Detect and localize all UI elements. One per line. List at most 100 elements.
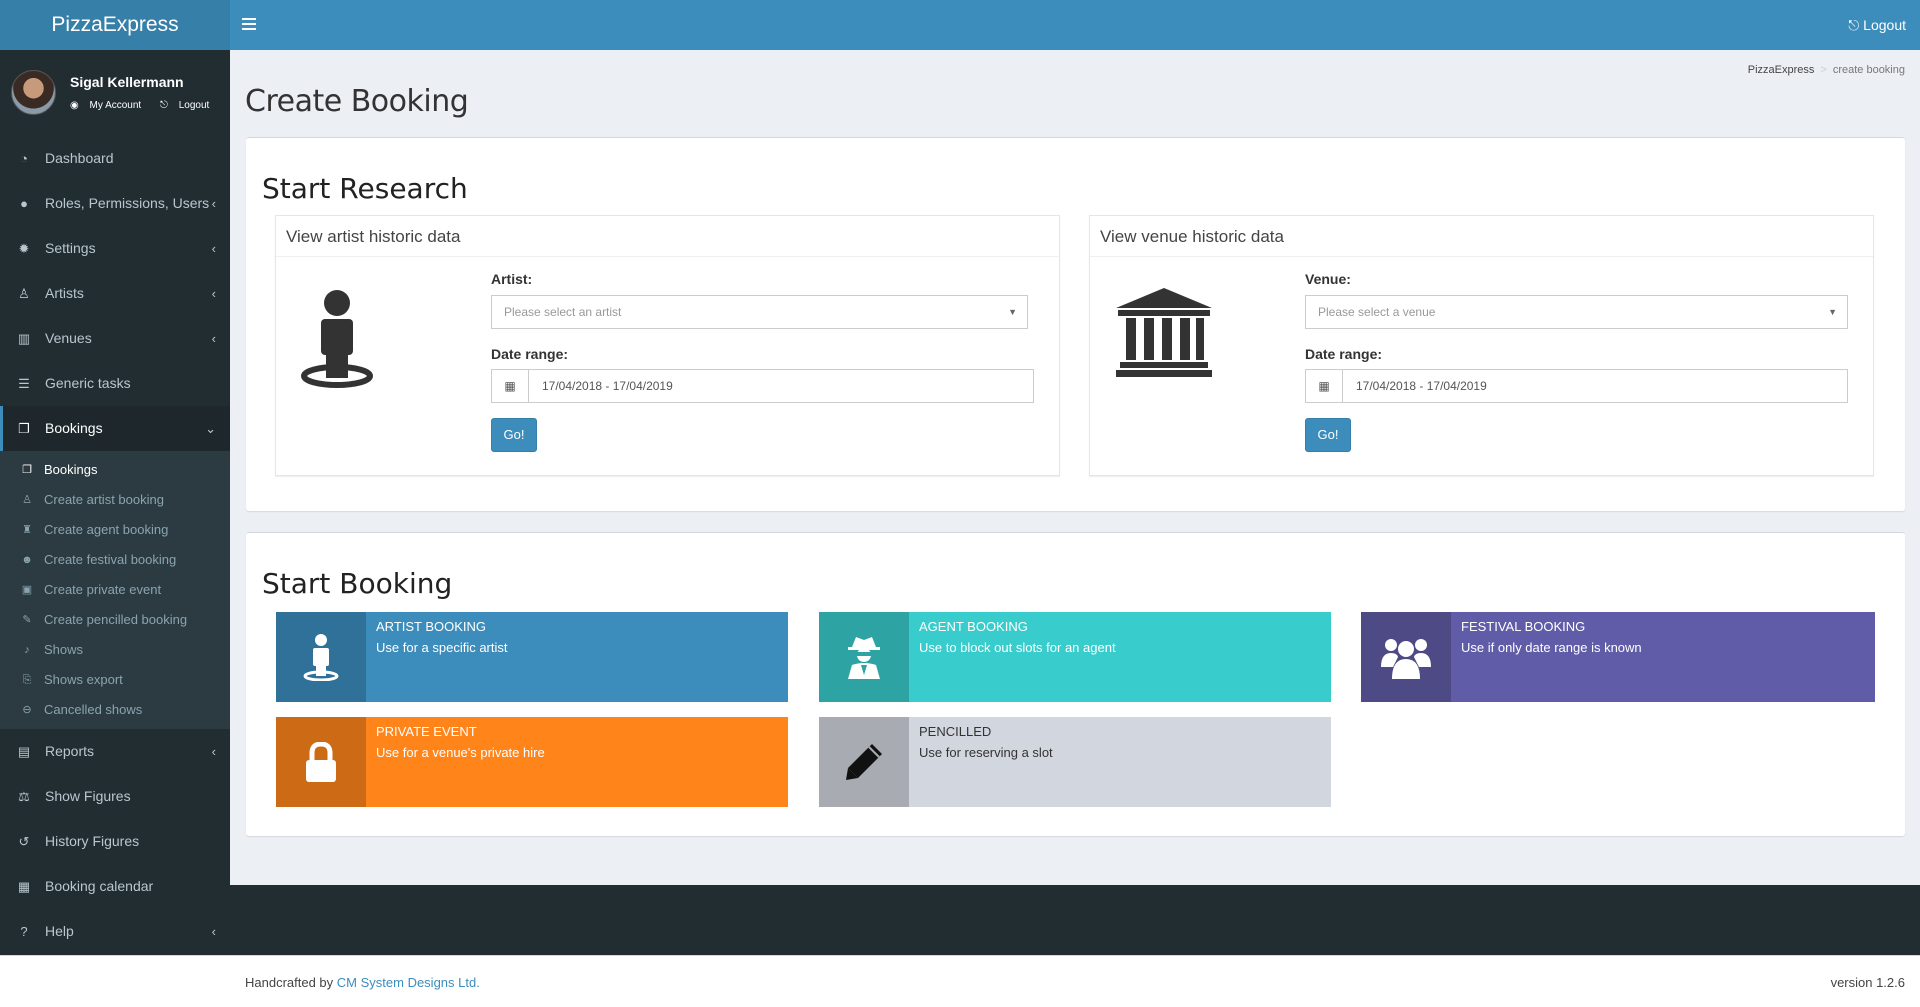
my-account-link[interactable]: ◉ My Account xyxy=(70,100,149,111)
sidebar-logout-link[interactable]: ⎋ Logout xyxy=(160,100,217,111)
sidebar-item-label: Artists xyxy=(45,285,84,301)
sidebar-item-artists[interactable]: ♙ Artists ‹ xyxy=(0,271,230,316)
sidebar-toggle-icon[interactable] xyxy=(242,15,260,35)
page-title: Create Booking xyxy=(245,84,469,119)
breadcrumb: PizzaExpress > create booking xyxy=(1747,64,1905,76)
venue-date-value: 17/04/2018 - 17/04/2019 xyxy=(1356,379,1487,393)
pencil-icon xyxy=(819,717,909,807)
lock-icon xyxy=(276,717,366,807)
pencilled-tile[interactable]: PENCILLED Use for reserving a slot xyxy=(819,717,1331,807)
my-account-label: My Account xyxy=(89,100,142,111)
artist-go-button[interactable]: Go! xyxy=(491,418,537,452)
dashboard-icon: ◔ xyxy=(20,151,28,166)
sub-item-create-private-event[interactable]: ▣ Create private event xyxy=(0,575,230,605)
booking-box: Start Booking ARTIST BOOKING Use for a s… xyxy=(246,532,1905,836)
venue-go-button[interactable]: Go! xyxy=(1305,418,1351,452)
sub-item-bookings[interactable]: ❐ Bookings xyxy=(0,455,230,485)
caret-down-icon: ▼ xyxy=(1008,307,1017,317)
sidebar-item-bookings[interactable]: ❐ Bookings ⌄ xyxy=(0,406,230,451)
files-icon: ❐ xyxy=(18,421,30,436)
venue-date-range-input[interactable]: ▦ 17/04/2018 - 17/04/2019 xyxy=(1305,369,1848,403)
sidebar-item-label: Help xyxy=(45,923,74,939)
sidebar-item-help[interactable]: ? Help ‹ xyxy=(0,909,230,954)
sidebar-item-venues[interactable]: ▥ Venues ‹ xyxy=(0,316,230,361)
sidebar-item-settings[interactable]: ✹ Settings ‹ xyxy=(0,226,230,271)
research-title: Start Research xyxy=(262,172,468,205)
venue-select[interactable]: Please select a venue ▼ xyxy=(1305,295,1848,329)
private-event-title: PRIVATE EVENT xyxy=(376,724,477,739)
artist-person-icon xyxy=(276,612,366,702)
files-icon: ❐ xyxy=(22,464,32,476)
sidebar-item-roles[interactable]: ● Roles, Permissions, Users ‹ xyxy=(0,181,230,226)
sub-item-create-agent-booking[interactable]: ♜ Create agent booking xyxy=(0,515,230,545)
sidebar-item-generic-tasks[interactable]: ☰ Generic tasks xyxy=(0,361,230,406)
agent-booking-tile[interactable]: AGENT BOOKING Use to block out slots for… xyxy=(819,612,1331,702)
sub-item-shows[interactable]: ♪ Shows xyxy=(0,635,230,665)
sidebar-item-label: Booking calendar xyxy=(45,878,154,894)
private-event-sub: Use for a venue's private hire xyxy=(376,745,545,760)
sidebar-menu: ◔ Dashboard ● Roles, Permissions, Users ‹ ✹… xyxy=(0,136,230,954)
pencilled-sub: Use for reserving a slot xyxy=(919,745,1053,760)
venue-date-label: Date range: xyxy=(1305,346,1383,362)
avatar xyxy=(11,70,56,115)
footer-company-link[interactable]: CM System Designs Ltd. xyxy=(337,975,480,990)
lock-icon: ▣ xyxy=(21,584,33,596)
sub-item-shows-export[interactable]: ⎘ Shows export xyxy=(0,665,230,695)
sidebar-item-label: Generic tasks xyxy=(45,375,131,391)
sign-out-icon: ⎋ xyxy=(1848,17,1864,33)
sidebar-item-label: Bookings xyxy=(45,420,103,436)
sub-item-create-pencilled-booking[interactable]: ✎ Create pencilled booking xyxy=(0,605,230,635)
festival-booking-tile[interactable]: FESTIVAL BOOKING Use if only date range … xyxy=(1361,612,1875,702)
sub-item-create-artist-booking[interactable]: ♙ Create artist booking xyxy=(0,485,230,515)
sign-out-icon: ⎋ xyxy=(160,100,171,111)
microphone-icon: ♪ xyxy=(24,644,30,656)
artist-select-placeholder: Please select an artist xyxy=(504,305,622,319)
artist-booking-tile[interactable]: ARTIST BOOKING Use for a specific artist xyxy=(276,612,788,702)
sub-item-label: Create agent booking xyxy=(44,522,169,537)
research-box: Start Research View artist historic data… xyxy=(246,137,1905,511)
sidebar-item-booking-calendar[interactable]: ▦ Booking calendar xyxy=(0,864,230,909)
sidebar-item-label: Reports xyxy=(45,743,95,759)
sidebar-item-show-figures[interactable]: ⚖ Show Figures xyxy=(0,774,230,819)
sub-item-label: Create festival booking xyxy=(44,552,177,567)
bank-icon xyxy=(1116,288,1212,377)
artist-select[interactable]: Please select an artist ▼ xyxy=(491,295,1028,329)
users-icon xyxy=(1361,612,1451,702)
content-bottom-band xyxy=(230,885,1920,955)
sub-item-label: Create artist booking xyxy=(44,492,164,507)
user-circle-icon: ◉ xyxy=(70,100,82,111)
sidebar-item-reports[interactable]: ▤ Reports ‹ xyxy=(0,729,230,774)
sidebar-logout-label: Logout xyxy=(178,100,210,111)
brand-logo[interactable]: PizzaExpress xyxy=(0,0,230,50)
top-navbar: PizzaExpress ⎋ Logout xyxy=(0,0,1920,50)
user-circle-icon: ● xyxy=(20,196,28,211)
chevron-left-icon: ‹ xyxy=(211,744,216,759)
sub-item-create-festival-booking[interactable]: ☻ Create festival booking xyxy=(0,545,230,575)
chevron-left-icon: ‹ xyxy=(211,924,216,939)
festival-booking-sub: Use if only date range is known xyxy=(1461,640,1642,655)
sidebar-item-dashboard[interactable]: ◔ Dashboard xyxy=(0,136,230,181)
sub-item-label: Cancelled shows xyxy=(44,702,143,717)
sidebar-item-label: Dashboard xyxy=(45,150,114,166)
sidebar-item-label: Venues xyxy=(45,330,92,346)
sidebar-item-label: Show Figures xyxy=(45,788,131,804)
logout-link[interactable]: ⎋ Logout xyxy=(1848,0,1906,50)
users-icon: ☻ xyxy=(21,554,33,566)
breadcrumb-home[interactable]: PizzaExpress xyxy=(1748,64,1815,76)
private-event-tile[interactable]: PRIVATE EVENT Use for a venue's private … xyxy=(276,717,788,807)
file-export-icon: ⎘ xyxy=(22,674,32,686)
sub-item-cancelled-shows[interactable]: ⊖ Cancelled shows xyxy=(0,695,230,725)
user-panel: Sigal Kellermann ◉ My Account ⎋ Logout xyxy=(0,50,230,136)
artist-date-range-input[interactable]: ▦ 17/04/2018 - 17/04/2019 xyxy=(491,369,1034,403)
footer-credit: Handcrafted by CM System Designs Ltd. xyxy=(245,975,480,990)
artist-field-label: Artist: xyxy=(491,271,533,287)
user-secret-icon: ♜ xyxy=(22,524,32,536)
artist-booking-title: ARTIST BOOKING xyxy=(376,619,487,634)
sidebar-item-label: Roles, Permissions, Users xyxy=(45,195,210,211)
sidebar-item-history-figures[interactable]: ↺ History Figures xyxy=(0,819,230,864)
book-icon: ▤ xyxy=(17,744,31,759)
artist-person-icon xyxy=(301,290,373,388)
minus-circle-icon: ⊖ xyxy=(22,704,32,716)
footer-version: version 1.2.6 xyxy=(1830,975,1905,990)
artist-date-value: 17/04/2018 - 17/04/2019 xyxy=(542,379,673,393)
